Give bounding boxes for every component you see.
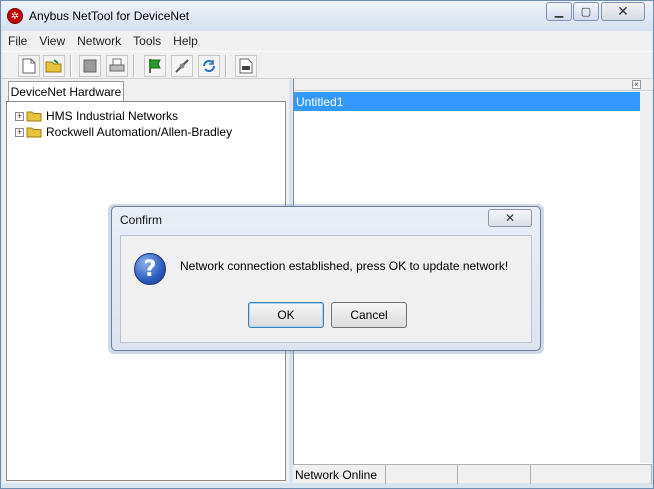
tree-item-rockwell[interactable]: + Rockwell Automation/Allen-Bradley [15,124,232,140]
question-icon: ? [134,253,166,285]
title-bar[interactable]: ✲ Anybus NetTool for DeviceNet ▁ ▢ ✕ [1,1,653,31]
close-window-button[interactable]: ✕ [601,2,645,21]
dialog-title: Confirm [120,213,163,227]
toolbar [2,51,652,79]
eds-file-icon[interactable] [235,55,257,77]
refresh-icon[interactable] [198,55,220,77]
cancel-button[interactable]: Cancel [331,302,407,328]
status-bar: Network Online [293,464,652,484]
go-online-icon[interactable] [144,55,166,77]
menu-file[interactable]: File [2,34,33,48]
pane-header: × [294,79,653,91]
connect-icon[interactable] [171,55,193,77]
ok-button[interactable]: OK [248,302,324,328]
dialog-close-button[interactable]: ✕ [488,209,532,227]
menu-bar: File View Network Tools Help [2,31,652,51]
menu-tools[interactable]: Tools [127,34,167,48]
stop-icon[interactable] [79,55,101,77]
status-cell [458,465,531,484]
menu-help[interactable]: Help [167,34,204,48]
app-logo-icon: ✲ [7,8,23,24]
tree-item-hms[interactable]: + HMS Industrial Networks [15,108,178,124]
dialog-body: ? Network connection established, press … [120,235,532,343]
folder-icon [26,127,42,138]
tree-item-label: Rockwell Automation/Allen-Bradley [46,125,233,139]
new-document-icon[interactable] [18,55,40,77]
menu-network[interactable]: Network [71,34,127,48]
dialog-message: Network connection established, press OK… [180,259,509,273]
expand-icon[interactable]: + [15,127,24,137]
confirm-dialog: Confirm ✕ ? Network connection establish… [111,206,541,351]
status-cell [531,465,652,484]
print-icon[interactable] [106,55,128,77]
toolbar-separator [70,55,72,77]
vertical-scrollbar[interactable] [640,92,652,463]
tab-devicenet-hardware[interactable]: DeviceNet Hardware [8,81,124,101]
minimize-button[interactable]: ▁ [546,2,572,21]
tree-item-label: HMS Industrial Networks [46,109,179,123]
open-folder-icon[interactable] [43,55,65,77]
network-item-untitled1[interactable]: Untitled1 [294,92,640,111]
maximize-button[interactable]: ▢ [573,2,599,21]
toolbar-separator [133,55,135,77]
status-cell [386,465,458,484]
window-title: Anybus NetTool for DeviceNet [29,9,190,23]
folder-icon [26,111,42,122]
toolbar-separator [225,55,227,77]
menu-view[interactable]: View [33,34,71,48]
status-network: Network Online [293,465,386,484]
expand-icon[interactable]: + [15,111,24,121]
close-pane-icon[interactable]: × [632,80,641,89]
